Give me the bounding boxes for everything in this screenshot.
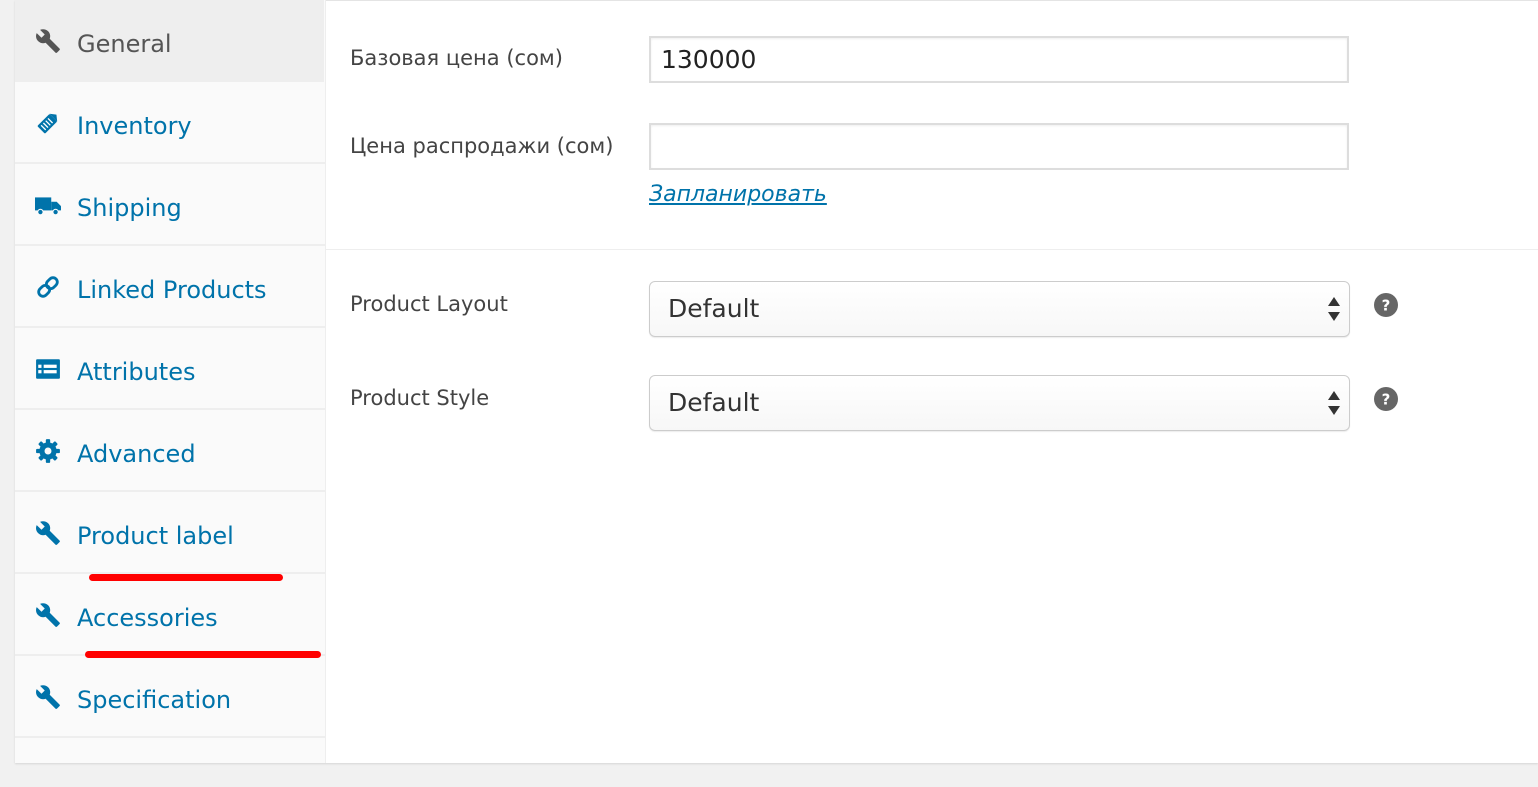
tab-label: Linked Products: [77, 276, 267, 304]
product-layout-select[interactable]: Default: [649, 281, 1350, 337]
tab-label: Accessories: [77, 604, 218, 632]
tab-linked-products[interactable]: Linked Products: [15, 246, 325, 328]
annotation-underline-product-label: [89, 574, 283, 581]
annotation-underline-accessories: [85, 651, 321, 658]
tab-specification[interactable]: Specification: [15, 656, 325, 738]
regular-price-label: Базовая цена (сом): [350, 46, 563, 70]
wrench-icon: [35, 684, 61, 710]
product-style-value: Default: [668, 388, 760, 417]
tab-label: Product label: [77, 522, 234, 550]
truck-icon: [35, 192, 61, 218]
product-style-label: Product Style: [350, 386, 490, 410]
tab-label: Advanced: [77, 440, 196, 468]
wrench-icon: [35, 28, 61, 54]
select-arrows-icon: [1327, 294, 1341, 324]
wrench-icon: [35, 520, 61, 546]
tab-accessories[interactable]: Accessories: [15, 574, 325, 656]
top-border: [326, 0, 1538, 1]
tab-shipping[interactable]: Shipping: [15, 164, 325, 246]
svg-text:?: ?: [1382, 391, 1391, 409]
select-arrows-icon: [1327, 388, 1341, 418]
tab-list: General Inventory Shipping Linked Produc…: [15, 0, 325, 738]
tab-label: Attributes: [77, 358, 196, 386]
sale-price-input[interactable]: [649, 123, 1349, 170]
wrench-icon: [35, 602, 61, 628]
product-style-select[interactable]: Default: [649, 375, 1350, 431]
list-icon: [35, 356, 61, 382]
tab-general[interactable]: General: [15, 0, 324, 82]
tab-label: Specification: [77, 686, 232, 714]
product-data-panel: General Inventory Shipping Linked Produc…: [15, 0, 1538, 763]
section-divider: [326, 249, 1538, 250]
gear-icon: [35, 438, 61, 464]
svg-text:?: ?: [1382, 297, 1391, 315]
product-data-tabs: General Inventory Shipping Linked Produc…: [15, 0, 326, 763]
tab-attributes[interactable]: Attributes: [15, 328, 325, 410]
sale-price-label: Цена распродажи (сом): [350, 134, 614, 158]
regular-price-input[interactable]: 130000: [649, 36, 1349, 83]
tab-product-label[interactable]: Product label: [15, 492, 325, 574]
product-layout-value: Default: [668, 294, 760, 323]
general-options-panel: Базовая цена (сом) 130000 Цена распродаж…: [326, 0, 1538, 763]
tab-label: Shipping: [77, 194, 182, 222]
help-icon[interactable]: ?: [1374, 293, 1398, 317]
tab-inventory[interactable]: Inventory: [15, 82, 325, 164]
help-icon[interactable]: ?: [1374, 387, 1398, 411]
tab-label: General: [77, 30, 172, 58]
tab-label: Inventory: [77, 112, 192, 140]
product-layout-label: Product Layout: [350, 292, 508, 316]
tab-advanced[interactable]: Advanced: [15, 410, 325, 492]
link-icon: [35, 274, 61, 300]
schedule-link[interactable]: Запланировать: [649, 182, 827, 207]
tag-icon: [35, 110, 61, 136]
